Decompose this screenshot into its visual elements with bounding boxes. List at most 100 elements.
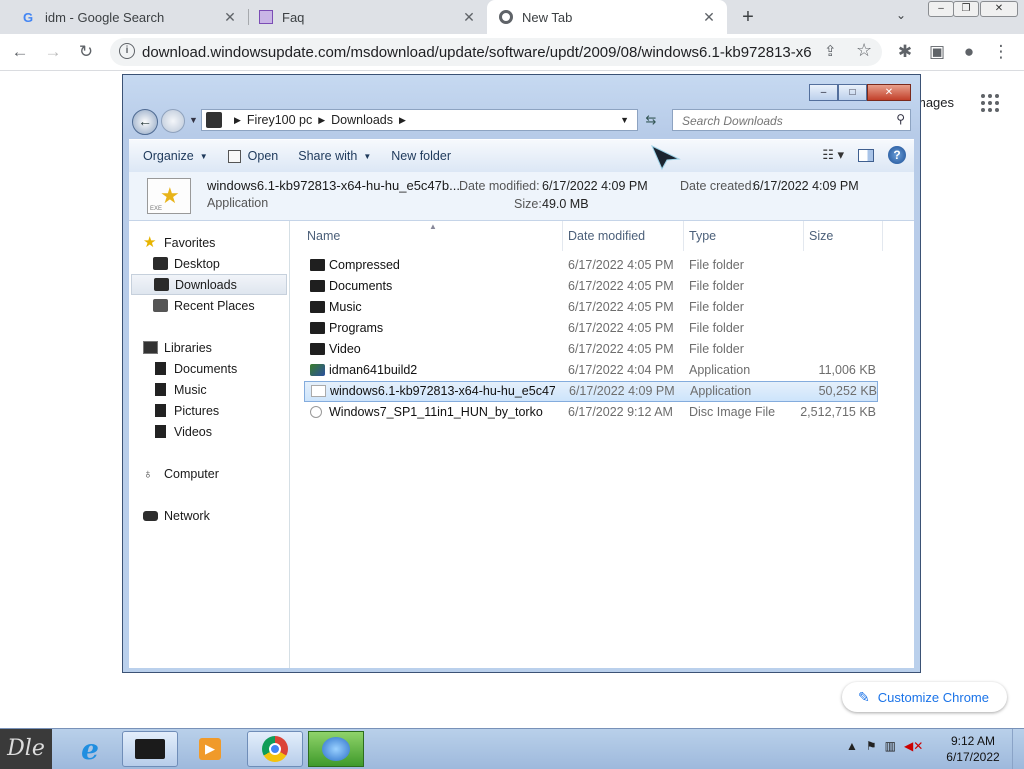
file-row[interactable]: Compressed 6/17/2022 4:05 PM File folder <box>304 256 878 275</box>
nav-label: Music <box>174 382 207 397</box>
side-panel-icon[interactable]: ▣ <box>926 41 948 63</box>
file-row-selected[interactable]: windows6.1-kb972813-x64-hu-hu_e5c47... 6… <box>304 381 878 402</box>
file-row[interactable]: Music 6/17/2022 4:05 PM File folder <box>304 298 878 317</box>
refresh-icon[interactable]: ⇆ <box>640 109 662 131</box>
address-dropdown-icon[interactable]: ▼ <box>620 115 629 125</box>
site-info-icon[interactable]: i <box>119 43 135 59</box>
nav-recent-places[interactable]: Recent Places <box>153 295 255 316</box>
file-row[interactable]: Video 6/17/2022 4:05 PM File folder <box>304 340 878 359</box>
extensions-puzzle-icon[interactable]: ✱ <box>894 41 916 63</box>
file-row[interactable]: Documents 6/17/2022 4:05 PM File folder <box>304 277 878 296</box>
nav-label: Downloads <box>175 277 237 292</box>
url-text[interactable]: download.windowsupdate.com/msdownload/up… <box>142 44 812 61</box>
nav-documents[interactable]: Documents <box>153 358 237 379</box>
search-box[interactable]: ⚲ <box>672 109 911 131</box>
clock[interactable]: 9:12 AM 6/17/2022 <box>940 733 1006 765</box>
maximize-button[interactable]: □ <box>838 84 867 101</box>
nav-libraries[interactable]: Libraries <box>143 337 212 358</box>
column-header-size[interactable]: Size <box>804 221 883 251</box>
nav-label: Pictures <box>174 403 220 418</box>
taskbar-media-player[interactable]: ▶ <box>182 731 238 767</box>
reload-icon[interactable]: ↻ <box>75 41 97 63</box>
chrome-menu-icon[interactable]: ⋮ <box>990 41 1012 63</box>
close-tab-icon[interactable]: ✕ <box>222 9 238 26</box>
close-button[interactable]: ✕ <box>867 84 911 101</box>
date-modified-value: 6/17/2022 4:09 PM <box>542 179 648 193</box>
action-center-flag-icon[interactable]: ⚑ <box>866 739 877 753</box>
new-folder-button[interactable]: New folder <box>391 149 451 163</box>
file-size: 11,006 KB <box>818 363 876 377</box>
minimize-button[interactable]: – <box>928 1 954 17</box>
chevron-right-icon[interactable]: ▶ <box>234 115 241 126</box>
close-window-button[interactable]: ✕ <box>980 1 1018 17</box>
search-icon[interactable]: ⚲ <box>896 112 905 126</box>
breadcrumb-downloads[interactable]: Downloads <box>331 113 393 127</box>
file-row[interactable]: idman641build2 6/17/2022 4:04 PM Applica… <box>304 361 878 380</box>
bookmark-star-icon[interactable]: ☆ <box>856 40 872 61</box>
nav-videos[interactable]: Videos <box>153 421 212 442</box>
nav-pictures[interactable]: Pictures <box>153 400 219 421</box>
column-header-name[interactable]: Name <box>290 221 563 251</box>
restore-button[interactable]: ❐ <box>953 1 979 17</box>
column-header-type[interactable]: Type <box>684 221 804 251</box>
preview-pane-icon[interactable] <box>858 148 874 162</box>
back-arrow-icon[interactable]: ← <box>9 41 31 63</box>
chrome-icon <box>499 10 513 24</box>
network-tray-icon[interactable]: ▥ <box>885 739 896 753</box>
file-type: File folder <box>689 321 744 335</box>
show-desktop-button[interactable] <box>1012 729 1024 769</box>
nav-downloads[interactable]: Downloads <box>131 274 287 295</box>
taskbar-idm[interactable] <box>308 731 364 767</box>
taskbar-internet-explorer[interactable]: e <box>62 731 118 767</box>
open-button[interactable]: Open <box>227 149 278 163</box>
tab-faq[interactable]: Faq ✕ <box>249 0 487 34</box>
minimize-button[interactable]: – <box>809 84 838 101</box>
close-tab-icon[interactable]: ✕ <box>461 9 477 26</box>
file-date: 6/17/2022 4:09 PM <box>569 384 675 398</box>
taskbar-chrome[interactable] <box>247 731 303 767</box>
change-view-icon[interactable]: ☷ ▾ <box>822 147 844 163</box>
start-button[interactable]: Dle <box>0 729 52 769</box>
recent-pages-dropdown-icon[interactable]: ▼ <box>189 115 198 125</box>
address-bar[interactable]: i download.windowsupdate.com/msdownload/… <box>110 38 882 66</box>
nav-desktop[interactable]: Desktop <box>153 253 220 274</box>
profile-avatar-icon[interactable]: ● <box>958 41 980 63</box>
new-tab-button[interactable]: + <box>737 6 759 28</box>
chevron-right-icon[interactable]: ▶ <box>399 115 406 126</box>
column-header-date-modified[interactable]: Date modified <box>563 221 684 251</box>
explorer-address-bar[interactable]: ▶ Firey100 pc ▶ Downloads ▶ ▼ <box>201 109 638 131</box>
forward-arrow-icon[interactable]: → <box>42 41 64 63</box>
show-hidden-icons-icon[interactable]: ▲ <box>846 739 858 753</box>
chevron-right-icon[interactable]: ▶ <box>318 115 325 126</box>
tab-google-search[interactable]: G idm - Google Search ✕ <box>0 0 248 34</box>
share-with-button[interactable]: Share with ▼ <box>298 149 371 163</box>
nav-label: Network <box>164 508 210 523</box>
tab-title: Faq <box>282 9 305 25</box>
nav-music[interactable]: Music <box>153 379 207 400</box>
nav-label: Recent Places <box>174 298 255 313</box>
organize-button[interactable]: Organize ▼ <box>143 149 208 163</box>
back-button[interactable]: ← <box>132 109 158 135</box>
nav-network[interactable]: Network <box>143 505 210 526</box>
google-apps-icon[interactable] <box>981 94 999 112</box>
volume-muted-icon[interactable]: ◀✕ <box>904 739 923 753</box>
search-input[interactable] <box>680 111 884 131</box>
column-label: Name <box>307 229 341 243</box>
taskbar-windows-explorer[interactable] <box>122 731 178 767</box>
tab-new-tab[interactable]: New Tab ✕ <box>487 0 727 34</box>
taskbar: Dle e ▶ ▲ ⚑ ▥ ◀✕ 9:12 AM 6/17/2022 <box>0 728 1024 769</box>
nav-computer[interactable]: ♁ Computer <box>143 463 219 484</box>
share-icon[interactable]: ⇪ <box>824 42 837 60</box>
tab-search-icon[interactable]: ⌄ <box>896 8 906 22</box>
customize-chrome-button[interactable]: ✎ Customize Chrome <box>842 682 1007 712</box>
forward-button[interactable] <box>161 109 185 133</box>
file-row[interactable]: Windows7_SP1_11in1_HUN_by_torko 6/17/202… <box>304 403 878 422</box>
help-icon[interactable]: ? <box>888 146 906 164</box>
browser-tab-strip: G idm - Google Search ✕ Faq ✕ New Tab ✕ … <box>0 0 1024 34</box>
file-row[interactable]: Programs 6/17/2022 4:05 PM File folder <box>304 319 878 338</box>
folder-icon <box>310 343 325 355</box>
nav-favorites[interactable]: ★ Favorites <box>143 232 215 253</box>
pictures-icon <box>155 404 166 417</box>
breadcrumb-pc[interactable]: Firey100 pc <box>247 113 312 127</box>
close-tab-icon[interactable]: ✕ <box>701 9 717 26</box>
